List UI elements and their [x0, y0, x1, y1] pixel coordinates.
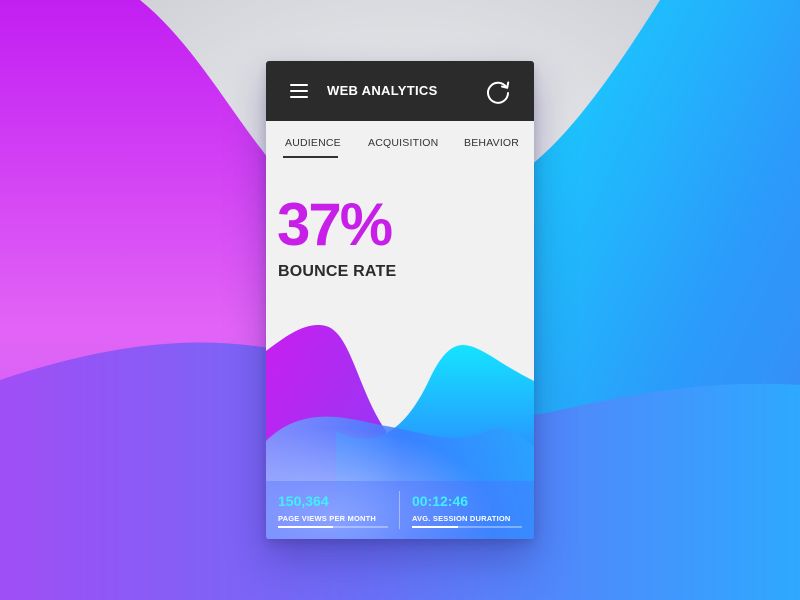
stat-value: 150,364: [278, 493, 329, 509]
hamburger-icon[interactable]: [290, 83, 308, 99]
stat-divider: [399, 491, 400, 529]
analytics-card: WEB ANALYTICS AUDIENCE ACQUISITION BEHAV…: [266, 61, 534, 539]
tab-behavior[interactable]: BEHAVIOR: [464, 137, 519, 149]
stats-panel: 150,364 PAGE VIEWS PER MONTH 00:12:46 AV…: [266, 481, 534, 539]
progress-track: [278, 526, 388, 528]
progress-track: [412, 526, 522, 528]
refresh-icon[interactable]: [484, 78, 512, 106]
stat-label: PAGE VIEWS PER MONTH: [278, 514, 377, 523]
app-title: WEB ANALYTICS: [327, 83, 438, 98]
tab-acquisition[interactable]: ACQUISITION: [368, 137, 438, 149]
progress-fill: [278, 526, 333, 528]
tab-audience[interactable]: AUDIENCE: [285, 137, 341, 149]
app-bar: WEB ANALYTICS: [266, 61, 534, 121]
bounce-rate-label: BOUNCE RATE: [278, 263, 397, 280]
stat-label: AVG. SESSION DURATION: [412, 514, 511, 523]
tab-bar: AUDIENCE ACQUISITION BEHAVIOR: [266, 121, 534, 161]
progress-fill: [412, 526, 459, 528]
stat-value: 00:12:46: [412, 493, 469, 509]
active-tab-indicator: [283, 156, 338, 158]
bounce-rate-value: 37%: [277, 191, 393, 258]
